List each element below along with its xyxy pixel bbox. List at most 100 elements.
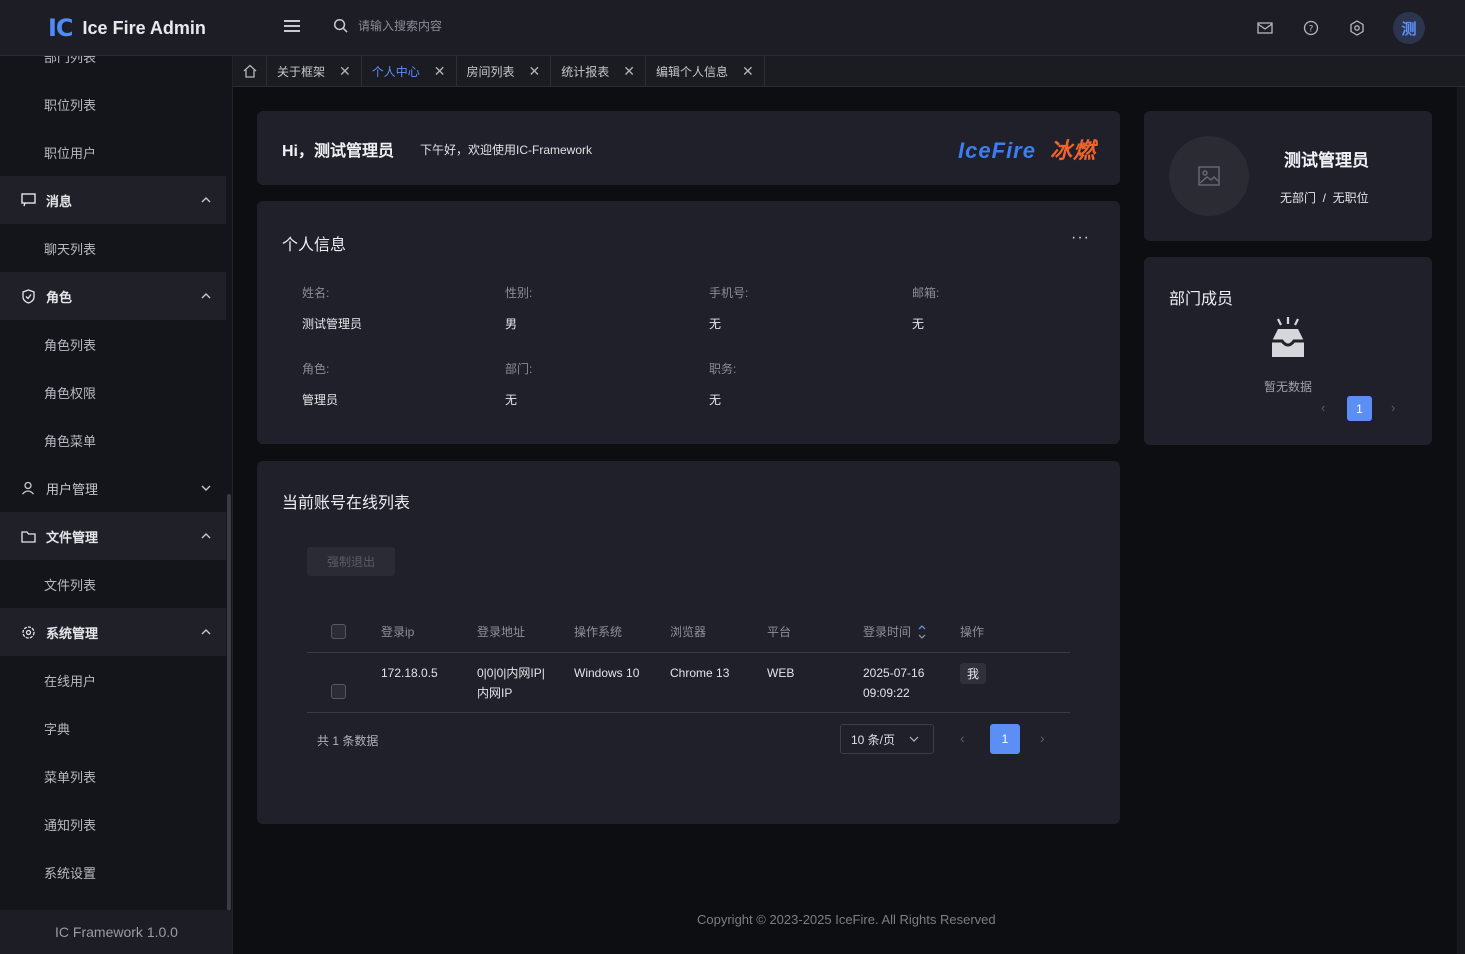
- sidebar-item[interactable]: 聊天列表: [0, 224, 226, 272]
- search-input[interactable]: [358, 18, 558, 33]
- sidebar-item[interactable]: 职位列表: [0, 80, 226, 128]
- user-avatar[interactable]: 测: [1393, 12, 1425, 44]
- table-row: 172.18.0.5 0|0|0|内网IP| 内网IP Windows 10 C…: [307, 653, 1070, 713]
- members-page-number[interactable]: 1: [1347, 396, 1372, 421]
- sidebar-item-label: 职位用户: [44, 145, 97, 161]
- more-options-icon[interactable]: ···: [1071, 229, 1090, 247]
- next-page-icon[interactable]: ›: [1040, 730, 1045, 746]
- profile-card: 测试管理员 无部门 / 无职位: [1144, 111, 1432, 241]
- phone-value: 无: [709, 317, 722, 331]
- page-size-value: 10 条/页: [851, 732, 896, 747]
- search-icon: [333, 18, 348, 33]
- search-box[interactable]: [333, 18, 558, 33]
- prev-page-icon[interactable]: ‹: [960, 730, 965, 746]
- sidebar-group[interactable]: 系统管理: [0, 608, 226, 656]
- sidebar-item[interactable]: 菜单列表: [0, 752, 226, 800]
- sidebar-group[interactable]: 文件管理: [0, 512, 226, 560]
- brand-en: IceFire: [958, 138, 1036, 163]
- sidebar-item-label: 字典: [44, 721, 71, 737]
- members-prev-page-icon[interactable]: ‹: [1321, 400, 1325, 415]
- tab-label: 个人中心: [371, 64, 420, 79]
- sidebar-item[interactable]: 部门列表: [0, 56, 226, 80]
- select-all-checkbox[interactable]: [331, 624, 346, 639]
- tab-label: 编辑个人信息: [656, 64, 729, 79]
- main-content: Hi，测试管理员 下午好，欢迎使用IC-Framework IceFire 冰燃 …: [233, 87, 1457, 954]
- sidebar-item-label: 文件列表: [44, 577, 97, 593]
- gender-value: 男: [505, 317, 518, 331]
- tab-label: 关于框架: [277, 64, 326, 79]
- sort-icon[interactable]: [917, 623, 927, 641]
- cell-ip: 172.18.0.5: [381, 666, 438, 680]
- close-icon[interactable]: ✕: [339, 63, 351, 80]
- message-icon: [20, 192, 36, 208]
- current-session-tag[interactable]: 我: [960, 663, 987, 684]
- svg-text:?: ?: [1309, 25, 1314, 35]
- logo-mark: IC: [48, 14, 74, 42]
- sidebar-item-label: 系统设置: [44, 865, 97, 881]
- sidebar-item[interactable]: 字典: [0, 704, 226, 752]
- sidebar-item-label: 职位列表: [44, 97, 97, 113]
- col-header-ip: 登录ip: [381, 625, 415, 639]
- sidebar-group[interactable]: 用户管理: [0, 464, 226, 512]
- tab-item[interactable]: 编辑个人信息 ✕: [646, 56, 765, 86]
- main-scrollbar[interactable]: [1457, 87, 1465, 954]
- online-list-title: 当前账号在线列表: [282, 495, 411, 512]
- tab-label: 房间列表: [466, 64, 515, 79]
- dept-members-card: 部门成员 暂无数据 ‹ 1 ›: [1144, 257, 1432, 445]
- sidebar-group-label: 文件管理: [46, 529, 99, 545]
- sidebar-group[interactable]: 消息: [0, 176, 226, 224]
- page-number[interactable]: 1: [990, 724, 1020, 754]
- sidebar-item-label: 菜单列表: [44, 769, 97, 785]
- page-size-select[interactable]: 10 条/页: [840, 724, 934, 754]
- row-checkbox[interactable]: [331, 684, 346, 699]
- tab-item[interactable]: 统计报表 ✕: [551, 56, 646, 86]
- col-header-address: 登录地址: [477, 624, 526, 639]
- chevron-up-icon: [200, 290, 212, 302]
- sidebar-item[interactable]: 角色菜单: [0, 416, 226, 464]
- personal-info-card: 个人信息 ··· 姓名: 测试管理员 性别: 男 手机号: 无 邮箱: 无 角色…: [257, 201, 1120, 444]
- personal-info-title: 个人信息: [282, 237, 347, 254]
- sidebar-item-label: 通知列表: [44, 817, 97, 833]
- menu-toggle-icon[interactable]: [284, 20, 300, 34]
- profile-dept-post: 无部门 / 无职位: [1280, 191, 1369, 205]
- cell-login-time: 2025-07-16 09:09:22: [863, 653, 960, 703]
- sidebar-scrollbar[interactable]: [227, 494, 231, 912]
- chevron-up-icon: [200, 194, 212, 206]
- tab-item[interactable]: 个人中心 ✕: [362, 56, 457, 86]
- settings-icon[interactable]: [1347, 18, 1367, 38]
- shield-icon: [20, 288, 36, 304]
- col-header-login-time[interactable]: 登录时间: [863, 622, 960, 642]
- close-icon[interactable]: ✕: [742, 63, 754, 80]
- email-value: 无: [912, 317, 925, 331]
- home-tab-icon[interactable]: [233, 56, 267, 86]
- sidebar-item[interactable]: 系统设置: [0, 848, 226, 896]
- app-logo[interactable]: IC Ice Fire Admin: [48, 14, 206, 42]
- folder-icon: [20, 528, 36, 544]
- sidebar-group[interactable]: 角色: [0, 272, 226, 320]
- role-value: 管理员: [302, 393, 339, 407]
- online-table: 登录ip 登录地址 操作系统 浏览器 平台 登录时间 操作 172.18.0.5…: [307, 611, 1070, 713]
- members-next-page-icon[interactable]: ›: [1391, 400, 1395, 415]
- help-icon[interactable]: ?: [1301, 18, 1321, 38]
- tab-bar: 关于框架 ✕ 个人中心 ✕ 房间列表 ✕ 统计报表 ✕ 编辑个人信息 ✕: [233, 56, 1465, 87]
- force-logout-button[interactable]: 强制退出: [307, 547, 395, 576]
- sidebar-item[interactable]: 在线用户: [0, 656, 226, 704]
- sidebar-item[interactable]: 通知列表: [0, 800, 226, 848]
- sidebar-item-label: 角色权限: [44, 385, 97, 401]
- sidebar-item[interactable]: 角色权限: [0, 368, 226, 416]
- cell-address: 0|0|0|内网IP| 内网IP: [477, 653, 574, 703]
- tab-item[interactable]: 关于框架 ✕: [267, 56, 362, 86]
- email-label: 邮箱:: [912, 286, 940, 300]
- profile-avatar[interactable]: [1169, 136, 1249, 216]
- close-icon[interactable]: ✕: [529, 63, 541, 80]
- mail-icon[interactable]: [1255, 18, 1275, 38]
- online-list-card: 当前账号在线列表 强制退出 登录ip 登录地址 操作系统 浏览器 平台 登录时间…: [257, 461, 1120, 824]
- tab-item[interactable]: 房间列表 ✕: [457, 56, 552, 86]
- close-icon[interactable]: ✕: [623, 63, 635, 80]
- app-title: Ice Fire Admin: [82, 17, 206, 38]
- sidebar-group-label: 系统管理: [46, 625, 99, 641]
- sidebar-item[interactable]: 职位用户: [0, 128, 226, 176]
- close-icon[interactable]: ✕: [434, 63, 446, 80]
- sidebar-item[interactable]: 文件列表: [0, 560, 226, 608]
- sidebar-item[interactable]: 角色列表: [0, 320, 226, 368]
